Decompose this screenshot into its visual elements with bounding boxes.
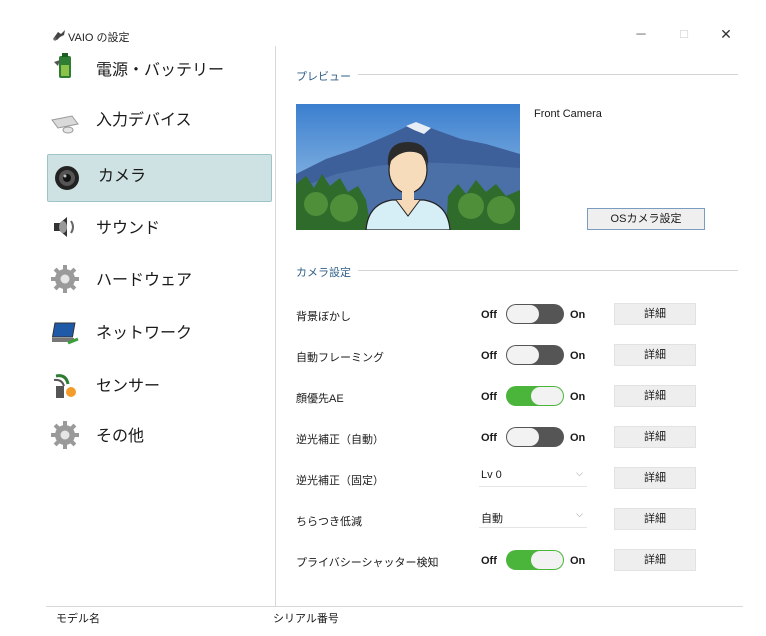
background-blur-detail-button[interactable]: 詳細 — [614, 303, 696, 325]
setting-label-privacy-shutter-detection: プライバシーシャッター検知 — [296, 557, 439, 569]
camera-icon — [52, 163, 82, 193]
toggle-off-label: Off — [481, 432, 497, 444]
section-divider — [358, 270, 738, 271]
title-bar: VAIO の設定 ─ □ ✕ — [0, 0, 766, 46]
serial-number-label: シリアル番号 — [273, 613, 339, 625]
backlight-auto-detail-button[interactable]: 詳細 — [614, 426, 696, 448]
setting-label-auto-framing: 自動フレーミング — [296, 352, 384, 364]
face-priority-ae-toggle[interactable] — [506, 386, 564, 406]
sidebar-item-label: 電源・バッテリー — [96, 62, 225, 79]
setting-label-backlight-auto: 逆光補正（自動） — [296, 434, 384, 446]
network-icon — [50, 317, 80, 347]
backlight-auto-toggle[interactable] — [506, 427, 564, 447]
backlight-fixed-select[interactable]: Lv 0 ⌵ — [479, 466, 587, 487]
select-value: Lv 0 — [481, 469, 502, 481]
background-blur-toggle[interactable] — [506, 304, 564, 324]
chevron-down-icon: ⌵ — [576, 509, 583, 519]
toggle-on-label: On — [570, 309, 586, 321]
setting-label-flicker-reduction: ちらつき低減 — [296, 516, 362, 528]
auto-framing-detail-button[interactable]: 詳細 — [614, 344, 696, 366]
camera-name-label: Front Camera — [534, 108, 602, 120]
sidebar-item-camera[interactable]: カメラ — [47, 154, 272, 202]
select-value: 自動 — [481, 513, 503, 525]
toggle-knob — [507, 428, 539, 446]
window-title: VAIO の設定 — [68, 32, 130, 44]
toggle-on-label: On — [570, 391, 586, 403]
toggle-on-label: On — [570, 350, 586, 362]
os-camera-settings-button[interactable]: OSカメラ設定 — [587, 208, 705, 230]
toggle-off-label: Off — [481, 555, 497, 567]
main-panel: プレビュー Front Camera OSカメラ設定 カメラ設定 背景ぼかし O… — [276, 46, 766, 606]
camera-settings-section-header: カメラ設定 — [296, 267, 351, 279]
setting-label-face-priority-ae: 顔優先AE — [296, 393, 344, 405]
toggle-off-label: Off — [481, 350, 497, 362]
chevron-down-icon: ⌵ — [576, 468, 583, 478]
backlight-fixed-detail-button[interactable]: 詳細 — [614, 467, 696, 489]
toggle-knob — [507, 346, 539, 364]
gear-icon — [50, 264, 80, 294]
gear-icon — [50, 420, 80, 450]
minimize-button[interactable]: ─ — [627, 24, 655, 44]
toggle-off-label: Off — [481, 309, 497, 321]
section-divider — [358, 74, 738, 75]
sidebar-item-label: サウンド — [96, 220, 161, 237]
setting-label-backlight-fixed: 逆光補正（固定） — [296, 475, 384, 487]
sidebar-item-input-devices[interactable]: 入力デバイス — [46, 98, 272, 148]
toggle-on-label: On — [570, 432, 586, 444]
sidebar-item-label: 入力デバイス — [96, 112, 192, 129]
sidebar-item-hardware[interactable]: ハードウェア — [46, 258, 272, 308]
sidebar-item-label: カメラ — [98, 168, 147, 185]
battery-icon — [50, 52, 80, 82]
sidebar: 電源・バッテリー 入力デバイス カメラ サウンド ハードウェア ネットワーク セ… — [46, 46, 275, 606]
maximize-button[interactable]: □ — [670, 24, 698, 44]
auto-framing-toggle[interactable] — [506, 345, 564, 365]
face-priority-ae-detail-button[interactable]: 詳細 — [614, 385, 696, 407]
toggle-knob — [531, 551, 563, 569]
mouse-icon — [50, 108, 80, 138]
vaio-app-icon — [52, 28, 66, 41]
privacy-shutter-detection-toggle[interactable] — [506, 550, 564, 570]
close-button[interactable]: ✕ — [712, 24, 740, 44]
status-footer: モデル名 シリアル番号 — [46, 606, 743, 631]
privacy-shutter-detection-detail-button[interactable]: 詳細 — [614, 549, 696, 571]
camera-preview — [296, 104, 520, 230]
sidebar-item-label: その他 — [96, 428, 145, 445]
flicker-reduction-select[interactable]: 自動 ⌵ — [479, 507, 587, 528]
sidebar-item-label: センサー — [96, 378, 161, 395]
toggle-off-label: Off — [481, 391, 497, 403]
flicker-reduction-detail-button[interactable]: 詳細 — [614, 508, 696, 530]
sidebar-item-sound[interactable]: サウンド — [46, 204, 272, 254]
toggle-on-label: On — [570, 555, 586, 567]
toggle-knob — [531, 387, 563, 405]
sensor-icon — [50, 370, 80, 400]
sidebar-item-network[interactable]: ネットワーク — [46, 311, 272, 361]
sidebar-item-label: ネットワーク — [96, 325, 193, 342]
model-name-label: モデル名 — [56, 613, 100, 625]
speaker-icon — [50, 212, 80, 242]
sidebar-item-other[interactable]: その他 — [46, 418, 272, 468]
preview-section-header: プレビュー — [296, 71, 351, 83]
setting-label-background-blur: 背景ぼかし — [296, 311, 351, 323]
sidebar-item-power-battery[interactable]: 電源・バッテリー — [46, 46, 272, 96]
sidebar-item-sensor[interactable]: センサー — [46, 364, 272, 414]
sidebar-item-label: ハードウェア — [96, 272, 193, 289]
toggle-knob — [507, 305, 539, 323]
